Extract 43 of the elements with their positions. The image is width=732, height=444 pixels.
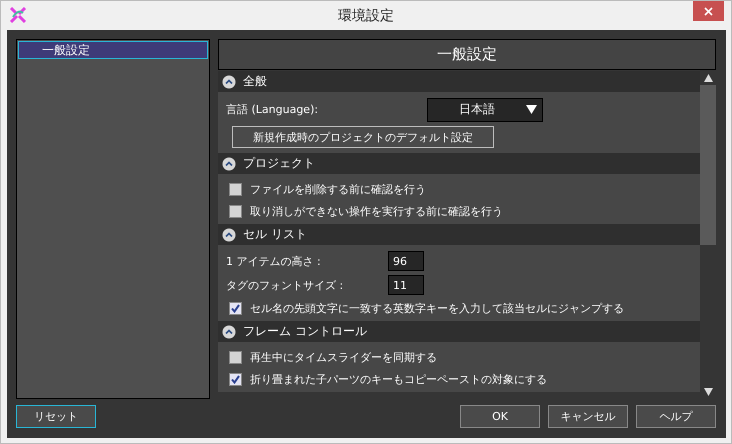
checkbox[interactable] <box>229 182 242 196</box>
section-title: フレーム コントロール <box>243 323 367 340</box>
dialog-button[interactable]: ヘルプ <box>636 405 716 428</box>
section-title: 全般 <box>243 73 267 90</box>
checkbox[interactable] <box>229 302 242 314</box>
section-title: プロジェクト <box>243 155 315 172</box>
checkbox-label: 再生中にタイムスライダーを同期する <box>250 350 437 364</box>
section-header[interactable]: プロジェクト <box>218 153 700 174</box>
checkbox[interactable] <box>229 204 242 218</box>
dialog-button[interactable]: キャンセル <box>548 405 628 428</box>
checkbox[interactable] <box>229 350 242 364</box>
app-logo-icon <box>10 7 26 23</box>
scrollbar-thumb[interactable] <box>700 85 716 245</box>
scroll-up-icon[interactable] <box>704 74 712 82</box>
close-icon <box>704 6 713 16</box>
collapse-icon[interactable] <box>222 324 236 338</box>
setting-label: タグのフォントサイズ : <box>226 278 344 292</box>
checkbox-label: セル名の先頭文字に一致する英数字キーを入力して該当セルにジャンプする <box>250 300 624 316</box>
checkbox-label: 折り畳まれた子パーツのキーもコピーペーストの対象にする <box>250 372 547 386</box>
sidebar-item[interactable]: 一般設定 <box>18 41 208 59</box>
number-field[interactable]: 11 <box>388 275 424 295</box>
collapse-icon[interactable] <box>222 156 236 170</box>
dialog-button[interactable]: OK <box>460 405 540 428</box>
collapse-icon[interactable] <box>222 74 236 88</box>
collapse-icon[interactable] <box>222 228 236 242</box>
section-header[interactable]: 全般 <box>218 71 700 92</box>
default-settings-button[interactable]: 新規作成時のプロジェクトのデフォルト設定 <box>232 126 494 148</box>
language-dropdown[interactable]: 日本語 <box>427 98 543 122</box>
section-title: セル リスト <box>243 226 307 243</box>
section-header[interactable]: フレーム コントロール <box>218 321 700 342</box>
window-title: 環境設定 <box>337 7 395 25</box>
panel-title: 一般設定 <box>218 39 716 70</box>
scroll-down-icon[interactable] <box>704 388 712 396</box>
checkbox-label: ファイルを削除する前に確認を行う <box>250 182 426 196</box>
section-header[interactable]: セル リスト <box>218 224 700 245</box>
number-field[interactable]: 96 <box>388 251 424 271</box>
checkbox-label: 取り消しができない操作を実行する前に確認を行う <box>250 204 503 218</box>
dropdown-arrow-icon <box>526 104 537 115</box>
checkbox[interactable] <box>229 372 242 386</box>
setting-label: 言語 (Language): <box>226 102 320 117</box>
close-button[interactable] <box>693 1 724 21</box>
reset-button[interactable]: リセット <box>16 405 96 428</box>
setting-label: 1 アイテムの高さ : <box>226 254 322 268</box>
